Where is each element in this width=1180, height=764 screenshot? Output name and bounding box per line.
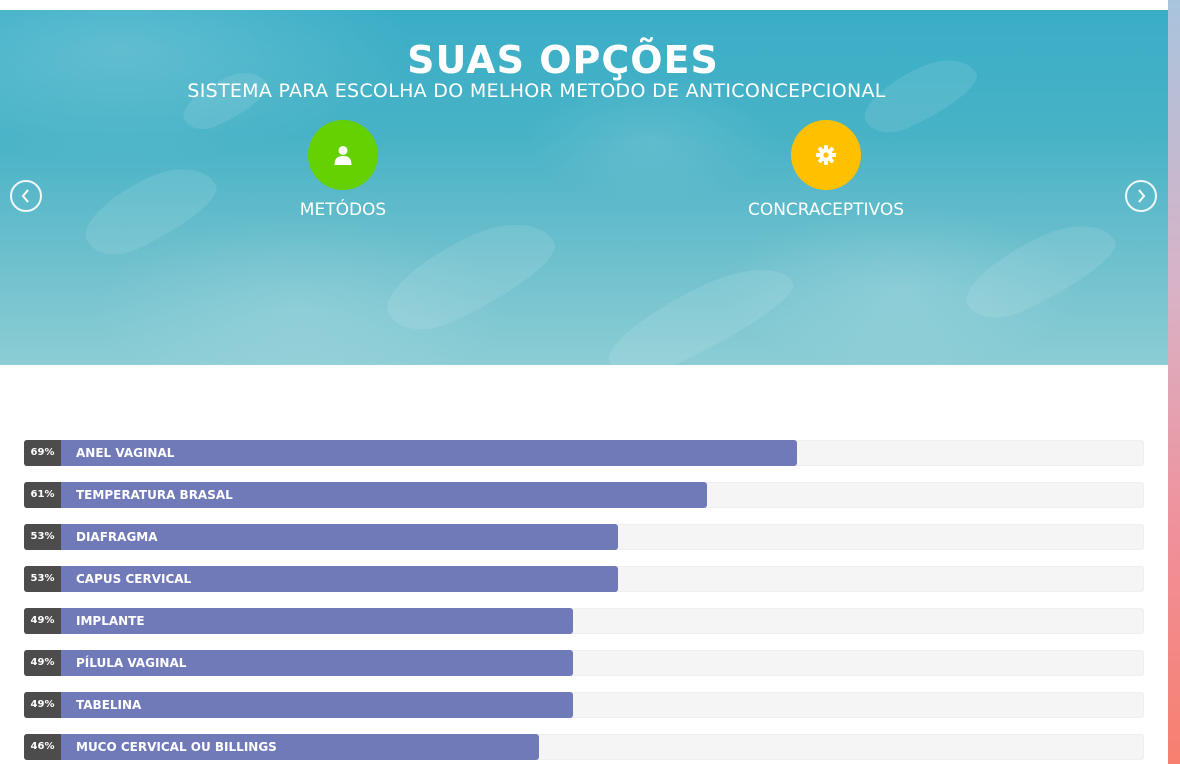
option-concraceptivos-label[interactable]: CONCRACEPTIVOS xyxy=(716,200,936,220)
hero-banner: SUAS OPÇÕES SISTEMA PARA ESCOLHA DO MELH… xyxy=(0,10,1168,365)
page-subtitle: SISTEMA PARA ESCOLHA DO MELHOR METODO DE… xyxy=(187,80,886,102)
method-score-row: 69% ANEL VAGINAL xyxy=(24,440,1144,466)
scrollbar[interactable] xyxy=(1168,0,1180,764)
method-score-label: CAPUS CERVICAL xyxy=(76,572,192,586)
option-metodos-circle[interactable] xyxy=(308,120,378,190)
top-strip xyxy=(0,0,1168,10)
page-title: SUAS OPÇÕES xyxy=(407,38,719,82)
method-score-percent: 49% xyxy=(24,692,61,718)
method-score-label: DIAFRAGMA xyxy=(76,530,158,544)
user-icon xyxy=(334,146,352,165)
method-score-label: TEMPERATURA BRASAL xyxy=(76,488,233,502)
method-score-row: 61% TEMPERATURA BRASAL xyxy=(24,482,1144,508)
method-score-percent: 53% xyxy=(24,524,61,550)
method-score-row: 49% TABELINA xyxy=(24,692,1144,718)
method-score-label: PÍLULA VAGINAL xyxy=(76,656,187,670)
chevron-right-icon xyxy=(1138,189,1146,203)
method-score-percent: 61% xyxy=(24,482,61,508)
carousel-next-button[interactable] xyxy=(1125,180,1157,212)
gear-icon xyxy=(816,145,836,165)
method-score-label: TABELINA xyxy=(76,698,142,712)
method-score-list: 69% ANEL VAGINAL 61% TEMPERATURA BRASAL 53% D… xyxy=(24,440,1144,764)
method-score-label: MUCO CERVICAL OU BILLINGS xyxy=(76,740,277,754)
method-score-label: IMPLANTE xyxy=(76,614,145,628)
option-concraceptivos-circle[interactable] xyxy=(791,120,861,190)
option-concraceptivos[interactable]: CONCRACEPTIVOS xyxy=(716,120,936,220)
method-score-row: 53% DIAFRAGMA xyxy=(24,524,1144,550)
method-score-row: 53% CAPUS CERVICAL xyxy=(24,566,1144,592)
chevron-left-icon xyxy=(21,189,29,203)
option-metodos[interactable]: METÓDOS xyxy=(233,120,453,220)
method-score-percent: 69% xyxy=(24,440,61,466)
option-metodos-label[interactable]: METÓDOS xyxy=(233,200,453,220)
page: SUAS OPÇÕES SISTEMA PARA ESCOLHA DO MELH… xyxy=(0,0,1180,764)
method-score-row: 49% IMPLANTE xyxy=(24,608,1144,634)
method-score-row: 49% PÍLULA VAGINAL xyxy=(24,650,1144,676)
method-score-label: ANEL VAGINAL xyxy=(76,446,175,460)
method-score-row: 46% MUCO CERVICAL OU BILLINGS xyxy=(24,734,1144,760)
method-score-percent: 46% xyxy=(24,734,61,760)
method-score-percent: 49% xyxy=(24,650,61,676)
method-score-percent: 49% xyxy=(24,608,61,634)
carousel-prev-button[interactable] xyxy=(10,180,42,212)
method-score-percent: 53% xyxy=(24,566,61,592)
